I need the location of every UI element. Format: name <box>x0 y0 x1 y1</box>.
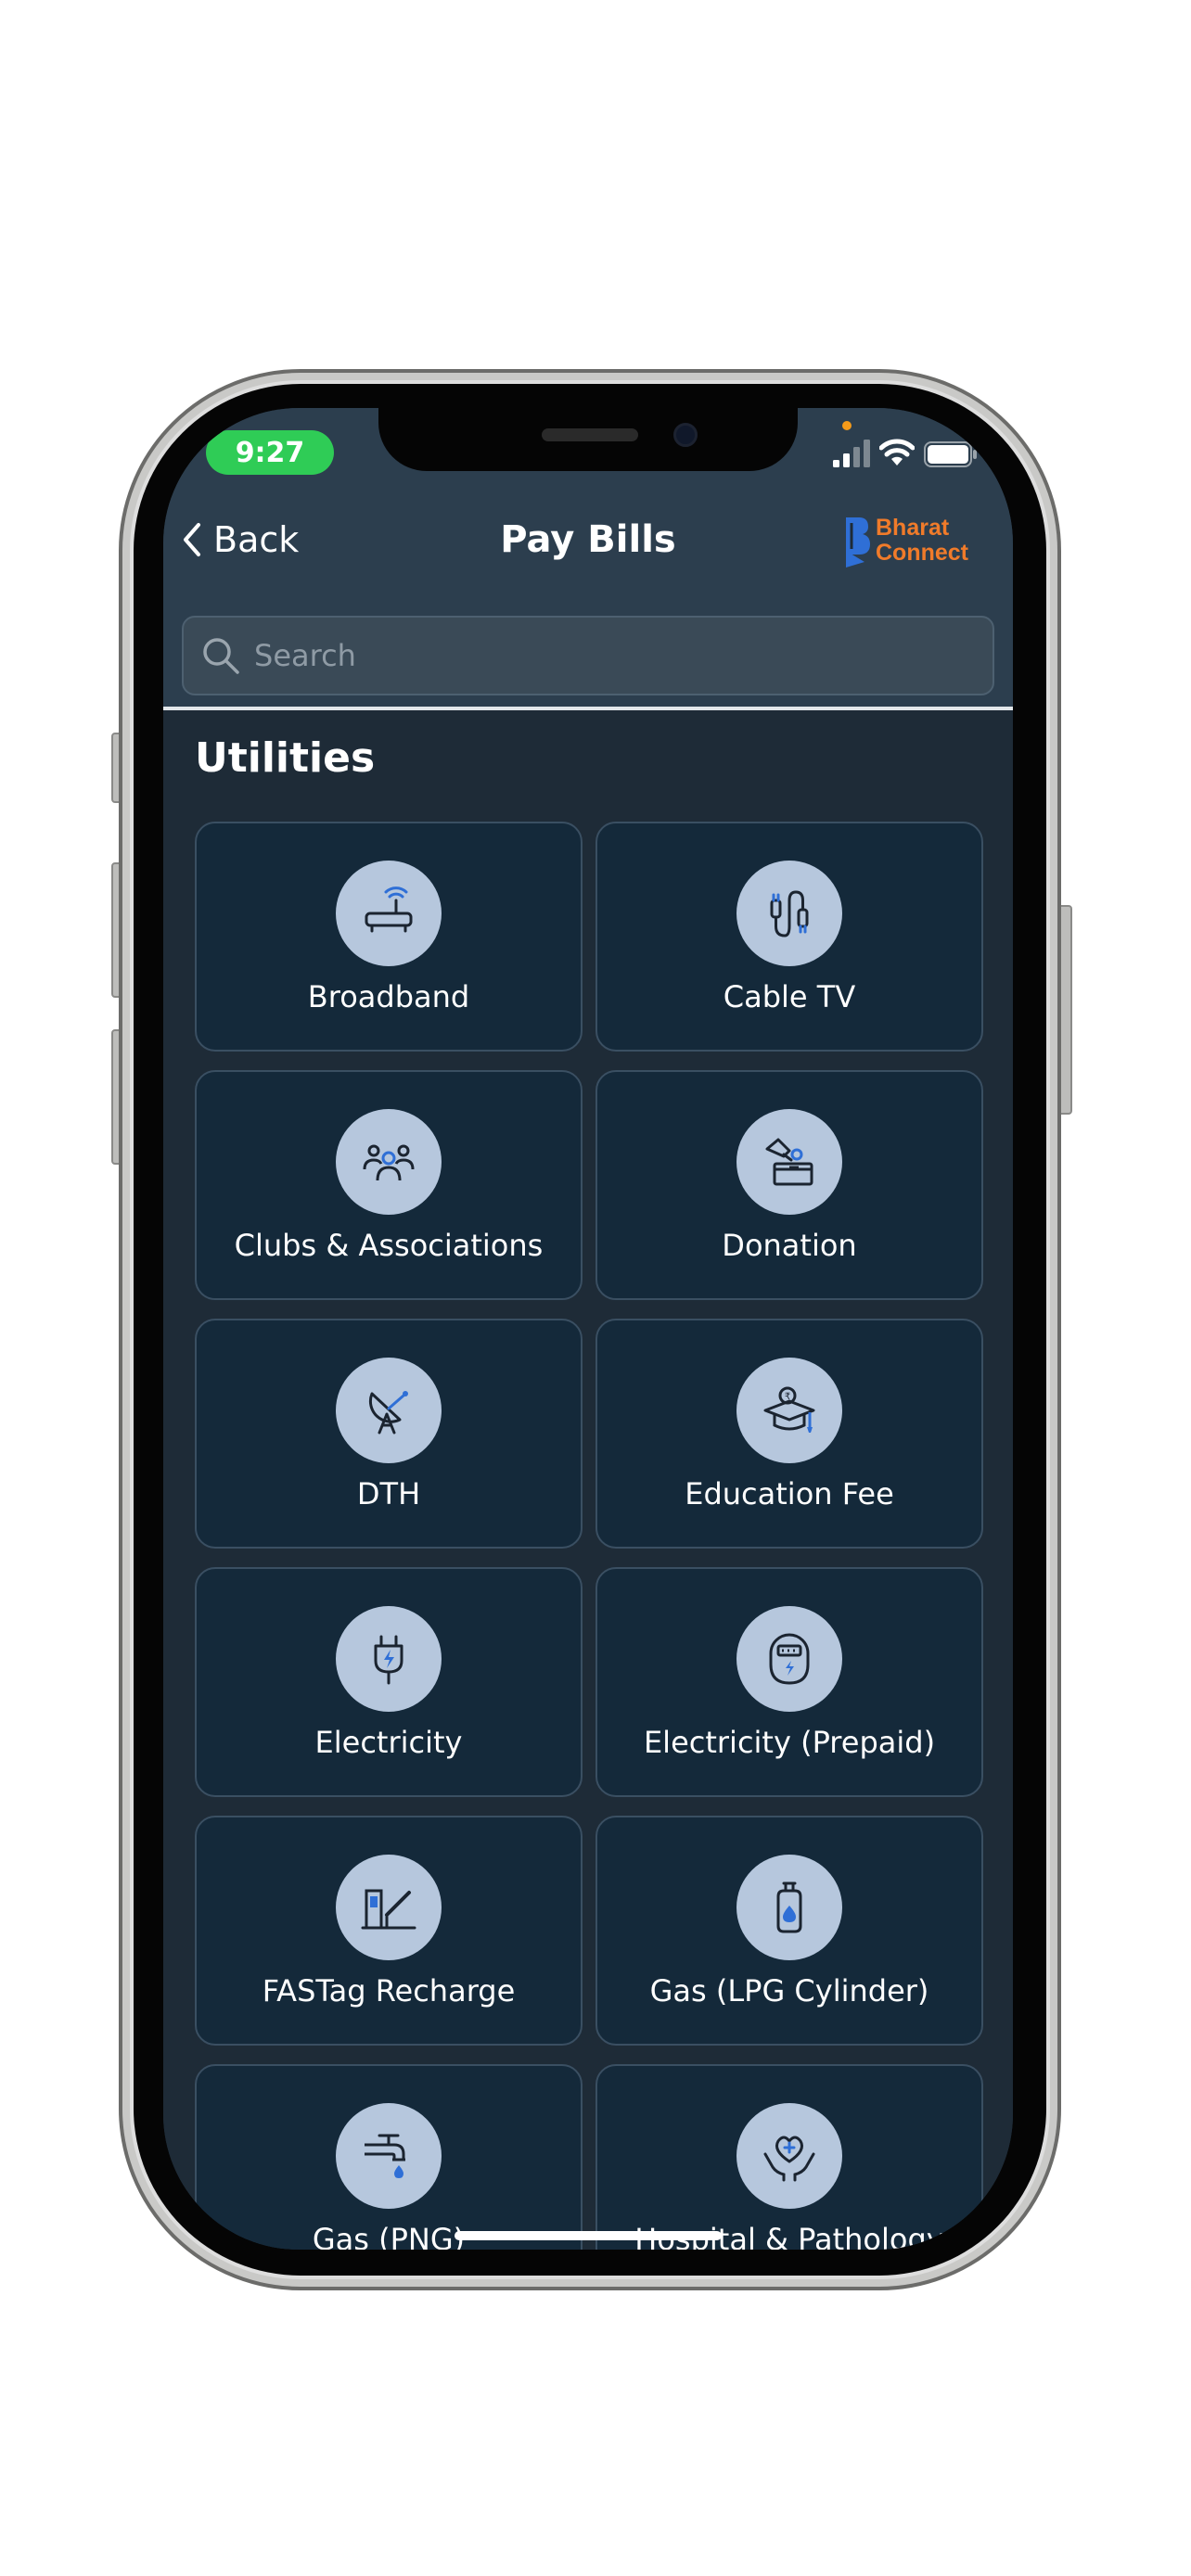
category-tile-gas-png[interactable]: Gas (PNG) <box>195 2064 583 2250</box>
bharat-connect-logo: Bharat Connect <box>846 515 969 567</box>
notch <box>378 408 798 471</box>
section-title: Utilities <box>195 734 376 782</box>
category-tile-gas-lpg-cylinder[interactable]: Gas (LPG Cylinder) <box>596 1816 983 2046</box>
router-icon <box>365 886 413 933</box>
toll-gate-icon <box>361 1889 416 1930</box>
category-label: Gas (LPG Cylinder) <box>649 1973 929 2009</box>
search-box[interactable] <box>182 616 994 695</box>
plug-icon <box>374 1635 403 1685</box>
home-indicator[interactable] <box>455 2231 722 2240</box>
category-label: Clubs & Associations <box>234 1228 544 1263</box>
privacy-indicator <box>842 421 852 430</box>
icon-circle <box>736 1855 842 1960</box>
icon-circle <box>736 2103 842 2209</box>
battery-icon <box>924 441 977 467</box>
status-time[interactable]: 9:27 <box>206 430 334 475</box>
category-tile-fastag-recharge[interactable]: FASTag Recharge <box>195 1816 583 2046</box>
svg-text:Bharat: Bharat <box>876 515 950 541</box>
category-list: Utilities Broadband Cable TV Clubs & Ass… <box>163 710 1013 2250</box>
donation-box-icon <box>765 1138 813 1186</box>
phone-screen: 9:27 Back Pay Bills Bharat Connect Searc… <box>163 408 1013 2250</box>
category-tile-cable-tv[interactable]: Cable TV <box>596 822 983 1052</box>
gas-cylinder-icon <box>776 1881 802 1933</box>
icon-circle <box>336 1606 442 1712</box>
category-tile-education-fee[interactable]: ₹ Education Fee <box>596 1319 983 1549</box>
category-label: FASTag Recharge <box>262 1973 516 2009</box>
icon-circle <box>336 2103 442 2209</box>
navigation-bar: Back Pay Bills Bharat Connect <box>163 491 1013 603</box>
svg-text:Connect: Connect <box>876 540 969 566</box>
search-input[interactable] <box>241 617 992 695</box>
health-care-icon <box>763 2136 815 2182</box>
category-tile-electricity[interactable]: Electricity <box>195 1567 583 1797</box>
back-label: Back <box>213 519 300 560</box>
icon-circle <box>336 1855 442 1960</box>
icon-circle <box>736 861 842 966</box>
front-camera <box>673 423 698 447</box>
icon-circle <box>736 1606 842 1712</box>
cellular-signal-icon <box>833 440 870 467</box>
search-bar <box>163 603 1013 710</box>
gas-tap-icon <box>365 2134 405 2178</box>
chevron-left-icon <box>184 523 200 556</box>
category-label: Donation <box>722 1228 857 1263</box>
meter-icon <box>769 1633 810 1685</box>
back-button[interactable]: Back <box>182 512 299 567</box>
icon-circle <box>336 861 442 966</box>
category-label: DTH <box>356 1476 421 1511</box>
category-tile-broadband[interactable]: Broadband <box>195 822 583 1052</box>
category-label: Broadband <box>307 979 470 1014</box>
category-tile-dth[interactable]: DTH <box>195 1319 583 1549</box>
people-icon <box>363 1144 415 1181</box>
icon-circle <box>336 1109 442 1215</box>
wifi-icon <box>879 439 915 465</box>
search-icon <box>203 638 239 674</box>
cable-icon <box>770 890 809 937</box>
icon-circle <box>736 1109 842 1215</box>
category-tile-clubs-associations[interactable]: Clubs & Associations <box>195 1070 583 1300</box>
satellite-dish-icon <box>368 1391 408 1435</box>
category-label: Electricity <box>314 1725 463 1760</box>
icon-circle <box>336 1358 442 1463</box>
category-label: Cable TV <box>723 979 856 1014</box>
category-tile-electricity-prepaid[interactable]: Electricity (Prepaid) <box>596 1567 983 1797</box>
earpiece-speaker <box>542 428 638 441</box>
category-label: Education Fee <box>685 1476 894 1511</box>
category-tile-donation[interactable]: Donation <box>596 1070 983 1300</box>
icon-circle: ₹ <box>736 1358 842 1463</box>
category-tile-hospital-pathology[interactable]: Hospital & Pathology <box>596 2064 983 2250</box>
category-label: Electricity (Prepaid) <box>643 1725 936 1760</box>
graduation-cap-icon: ₹ <box>763 1386 815 1433</box>
